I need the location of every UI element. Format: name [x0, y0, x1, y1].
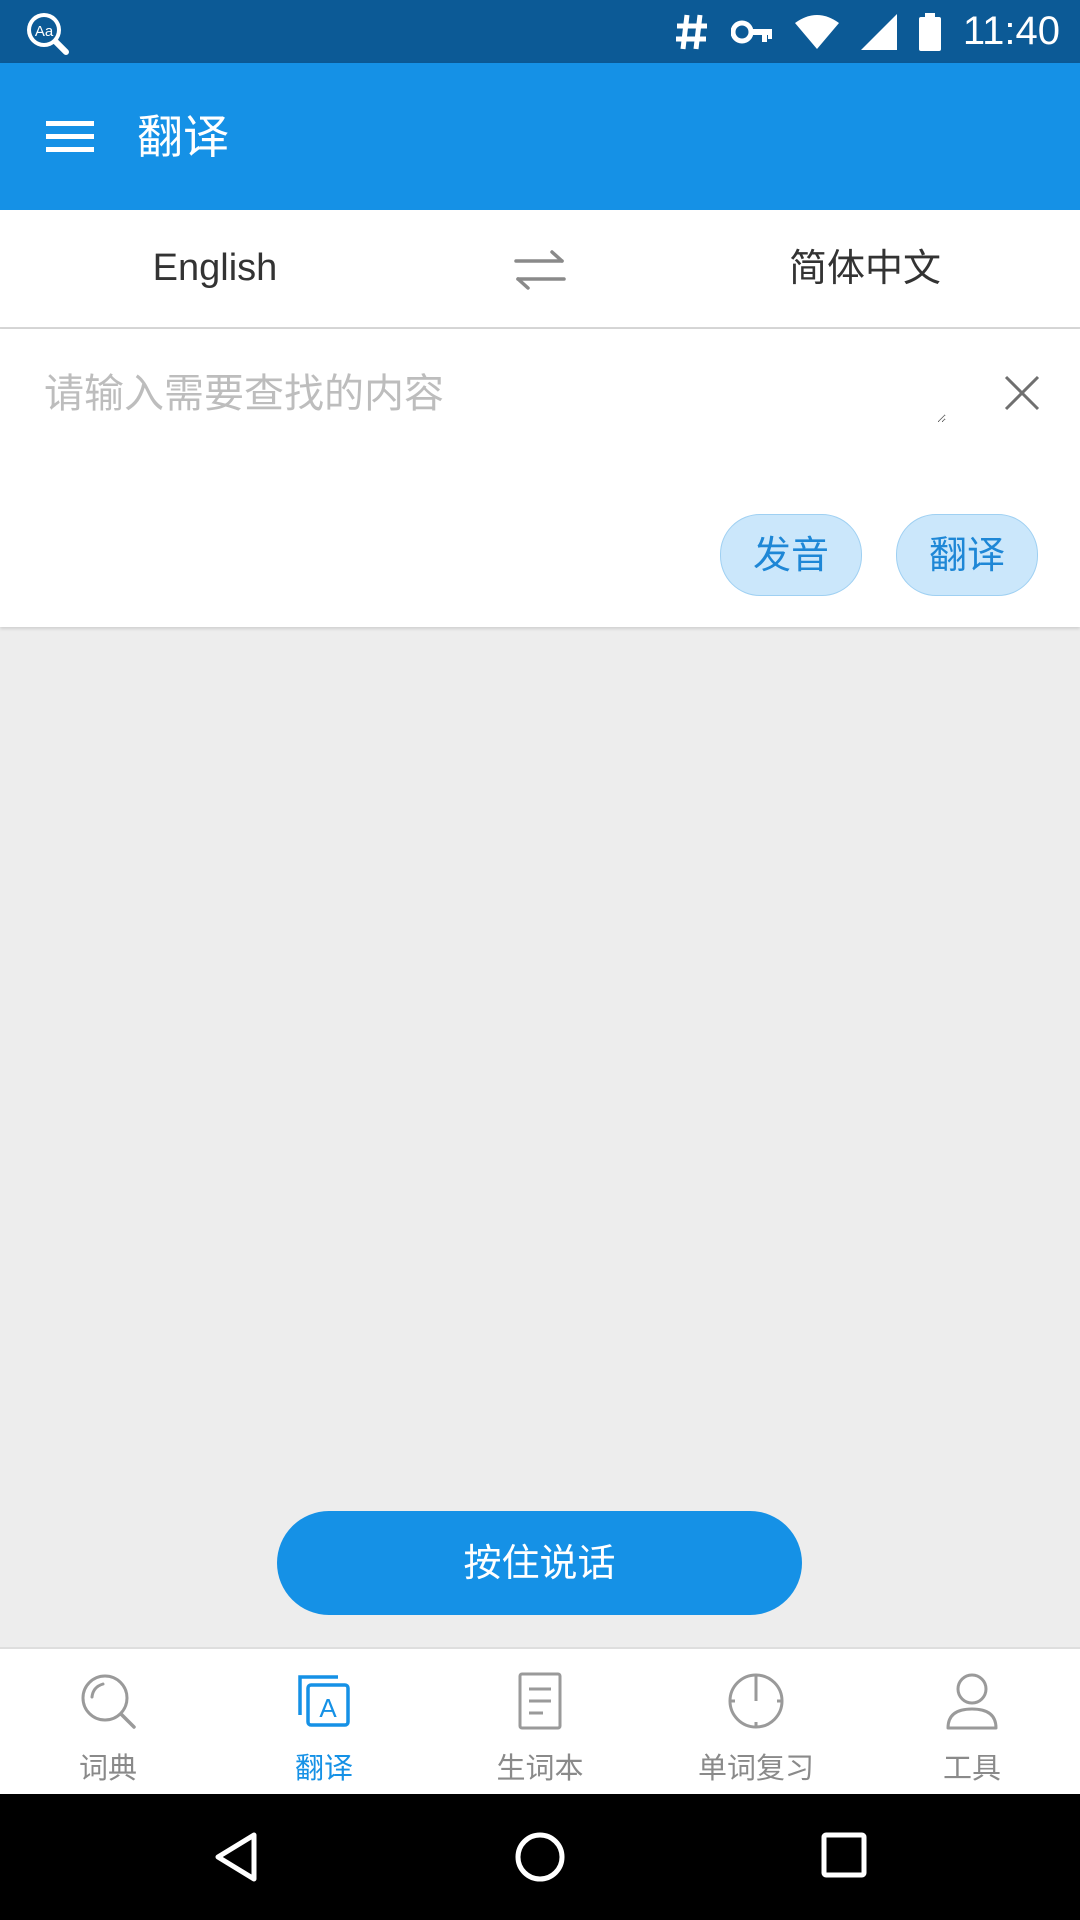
- hold-to-talk-button[interactable]: 按住说话: [277, 1511, 802, 1615]
- notebook-icon: [518, 1672, 562, 1730]
- svg-text:A: A: [319, 1693, 337, 1723]
- person-icon: [946, 1673, 998, 1730]
- system-navigation-bar: [0, 1794, 1080, 1920]
- tab-label: 单词复习: [697, 1751, 814, 1785]
- tab-label: 工具: [942, 1751, 1001, 1785]
- app-search-icon: Aa: [27, 13, 69, 55]
- tab-word-review[interactable]: 单词复习: [648, 1649, 864, 1796]
- pronounce-button[interactable]: 发音: [720, 514, 862, 596]
- close-icon[interactable]: [1004, 375, 1040, 411]
- status-bar: Aa 11:40: [0, 0, 1080, 63]
- home-icon[interactable]: [514, 1831, 566, 1883]
- wifi-icon: [794, 14, 839, 49]
- clock: 11:40: [962, 9, 1060, 53]
- tab-tools[interactable]: 工具: [864, 1649, 1080, 1796]
- tab-label: 翻译: [294, 1751, 353, 1785]
- menu-icon[interactable]: [46, 117, 96, 157]
- svg-text:Aa: Aa: [35, 23, 54, 40]
- swap-arrows-icon[interactable]: [512, 248, 568, 292]
- app-bar: 翻译: [0, 63, 1080, 210]
- target-language-selector[interactable]: 简体中文: [710, 210, 1020, 327]
- page-title: 翻译: [137, 110, 229, 164]
- back-icon[interactable]: [212, 1831, 260, 1883]
- tab-notebook[interactable]: 生词本: [432, 1649, 648, 1796]
- source-language-selector[interactable]: English: [60, 210, 370, 327]
- hash-icon: [675, 14, 707, 49]
- signal-icon: [860, 13, 897, 50]
- tab-translate[interactable]: A 翻译: [216, 1649, 432, 1796]
- search-input[interactable]: [42, 359, 946, 423]
- clock-icon: [728, 1673, 784, 1729]
- bottom-tab-bar: 词典 A 翻译 生词本 单词复习 工具: [0, 1647, 1080, 1796]
- recents-icon[interactable]: [820, 1831, 868, 1879]
- language-bar: English 简体中文: [0, 210, 1080, 329]
- search-icon: [81, 1674, 136, 1729]
- translate-button[interactable]: 翻译: [896, 514, 1038, 596]
- tab-label: 生词本: [496, 1751, 584, 1785]
- tab-label: 词典: [78, 1751, 137, 1785]
- tab-dictionary[interactable]: 词典: [0, 1649, 216, 1796]
- key-icon: [730, 20, 772, 43]
- battery-icon: [918, 12, 941, 51]
- translate-icon: A: [298, 1675, 350, 1727]
